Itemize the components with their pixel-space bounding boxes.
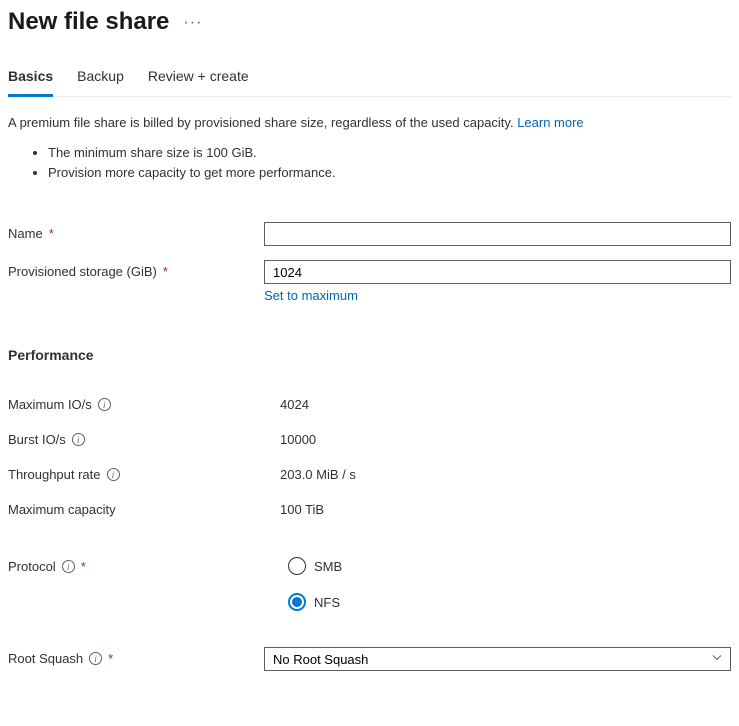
bullet-item: The minimum share size is 100 GiB. xyxy=(48,144,731,162)
page-title: New file share xyxy=(8,8,169,36)
max-io-label-text: Maximum IO/s xyxy=(8,397,92,412)
throughput-label-text: Throughput rate xyxy=(8,467,101,482)
intro-text-body: A premium file share is billed by provis… xyxy=(8,115,517,130)
info-icon[interactable]: i xyxy=(72,433,85,446)
intro-text: A premium file share is billed by provis… xyxy=(8,115,731,130)
protocol-radio-group: SMB NFS xyxy=(264,555,731,611)
protocol-nfs-label: NFS xyxy=(314,595,340,610)
tab-basics[interactable]: Basics xyxy=(8,62,53,97)
name-label: Name * xyxy=(8,222,264,241)
bullet-item: Provision more capacity to get more perf… xyxy=(48,164,731,182)
throughput-label: Throughput rate i xyxy=(8,467,280,482)
max-capacity-label: Maximum capacity xyxy=(8,502,280,517)
protocol-smb-label: SMB xyxy=(314,559,342,574)
name-label-text: Name xyxy=(8,226,43,241)
burst-io-label: Burst IO/s i xyxy=(8,432,280,447)
protocol-label-text: Protocol xyxy=(8,559,56,574)
performance-header: Performance xyxy=(8,347,731,363)
root-squash-select[interactable]: No Root Squash xyxy=(264,647,731,671)
max-capacity-value: 100 TiB xyxy=(280,502,324,517)
more-icon[interactable]: ··· xyxy=(183,15,202,31)
burst-io-value: 10000 xyxy=(280,432,316,447)
tab-review-create[interactable]: Review + create xyxy=(148,62,249,97)
storage-label: Provisioned storage (GiB) * xyxy=(8,260,264,279)
max-capacity-label-text: Maximum capacity xyxy=(8,502,116,517)
storage-label-text: Provisioned storage (GiB) xyxy=(8,264,157,279)
protocol-label: Protocol i * xyxy=(8,555,264,574)
max-io-value: 4024 xyxy=(280,397,309,412)
protocol-option-nfs[interactable]: NFS xyxy=(288,593,731,611)
name-input[interactable] xyxy=(264,222,731,246)
info-icon[interactable]: i xyxy=(98,398,111,411)
tabs: Basics Backup Review + create xyxy=(8,62,731,97)
tab-backup[interactable]: Backup xyxy=(77,62,124,97)
required-indicator: * xyxy=(108,651,113,666)
info-icon[interactable]: i xyxy=(62,560,75,573)
root-squash-label: Root Squash i * xyxy=(8,647,264,666)
storage-input[interactable] xyxy=(264,260,731,284)
radio-selected-icon xyxy=(288,593,306,611)
info-icon[interactable]: i xyxy=(107,468,120,481)
required-indicator: * xyxy=(49,226,54,241)
info-icon[interactable]: i xyxy=(89,652,102,665)
max-io-label: Maximum IO/s i xyxy=(8,397,280,412)
protocol-option-smb[interactable]: SMB xyxy=(288,557,731,575)
burst-io-label-text: Burst IO/s xyxy=(8,432,66,447)
required-indicator: * xyxy=(81,559,86,574)
intro-bullets: The minimum share size is 100 GiB. Provi… xyxy=(48,144,731,182)
radio-unselected-icon xyxy=(288,557,306,575)
learn-more-link[interactable]: Learn more xyxy=(517,115,583,130)
required-indicator: * xyxy=(163,264,168,279)
root-squash-label-text: Root Squash xyxy=(8,651,83,666)
set-maximum-link[interactable]: Set to maximum xyxy=(264,288,358,303)
throughput-value: 203.0 MiB / s xyxy=(280,467,356,482)
